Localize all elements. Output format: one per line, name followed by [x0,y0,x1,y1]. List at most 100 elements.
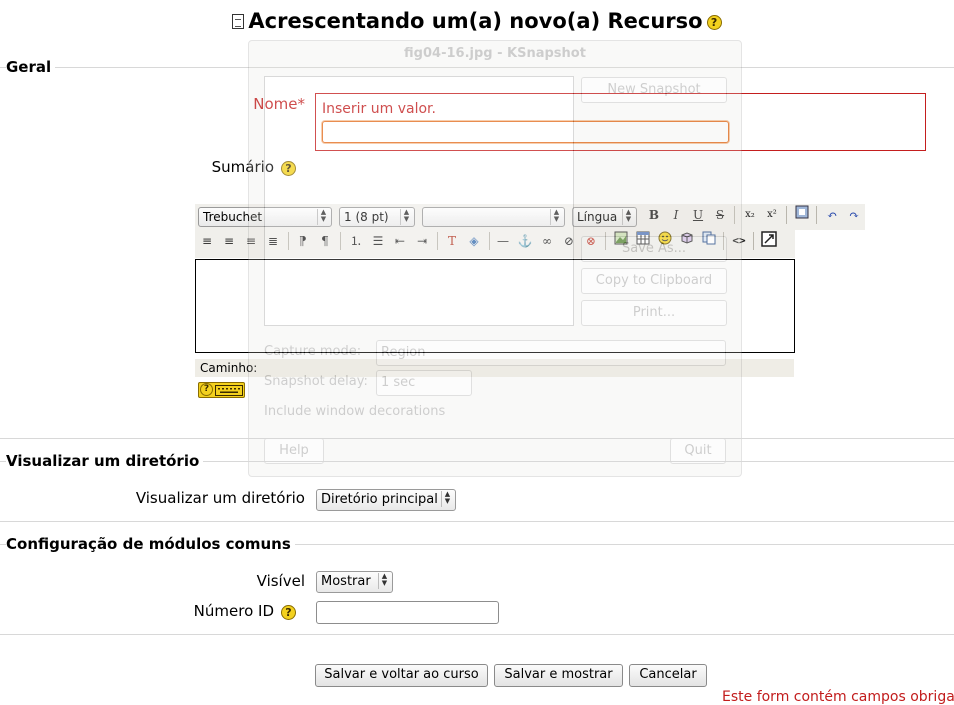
font-size-value: 1 (8 pt) [344,210,389,224]
smiley-button[interactable] [655,231,675,251]
html-source-button[interactable]: <> [729,231,749,251]
text-color-icon: T [447,234,456,248]
insert-character-icon [681,232,693,244]
select-arrows-icon: ▲ ▼ [378,573,390,589]
smiley-icon [658,231,672,245]
summary-label: Sumário [211,158,274,176]
align-center-button[interactable]: ≡ [219,231,239,251]
horizontal-rule-button[interactable]: — [493,231,513,251]
redo-button[interactable]: ↷ [844,205,864,225]
section-divider [0,438,954,439]
link-button[interactable]: ∞ [537,231,557,251]
ltr-icon: ⁋ [299,234,307,248]
unlink-icon: ⊘ [563,234,575,248]
paste-word-button[interactable] [792,205,812,225]
anchor-button[interactable]: ⚓ [515,231,535,251]
idnumber-label: Número ID [193,602,274,620]
idnumber-help-icon[interactable]: ? [281,605,296,620]
directory-label: Visualizar um diretório [135,489,305,507]
undo-button[interactable]: ↶ [822,205,842,225]
cancel-button[interactable]: Cancelar [629,664,707,687]
bold-button[interactable]: B [644,205,664,225]
document-icon [232,14,245,29]
toolbar-separator [734,206,735,224]
unlink-button[interactable]: ⊘ [559,231,579,251]
language-select[interactable]: Língua ▲ ▼ [572,207,637,227]
outdent-button[interactable]: ⇤ [390,231,410,251]
select-arrows-icon: ▲ ▼ [622,209,634,225]
fullscreen-button[interactable] [759,231,779,251]
include-decorations-checkbox: Include window decorations [264,404,446,419]
toolbar-separator [288,232,289,250]
superscript-button[interactable]: x² [762,205,782,225]
section-divider [0,67,954,68]
background-color-button[interactable]: ◈ [464,231,484,251]
align-right-button[interactable]: ≡ [241,231,261,251]
visible-label: Visível [256,572,305,590]
toolbar-separator [786,206,787,224]
editor-path-label: Caminho: [200,361,258,375]
table-icon [636,231,650,245]
justify-icon: ≣ [267,234,279,248]
justify-button[interactable]: ≣ [263,231,283,251]
indent-button[interactable]: ⇥ [412,231,432,251]
toolbar-separator [753,232,754,250]
insert-image-button[interactable] [611,231,631,251]
section-divider [0,634,954,635]
background-color-icon: ◈ [469,234,479,248]
directory-select[interactable]: Diretório principal ▲ ▼ [316,489,456,511]
undo-icon: ↶ [826,208,838,222]
insert-table-button[interactable] [633,231,653,251]
section-legend-general: Geral [6,58,56,76]
page-title: Acrescentando um(a) novo(a) Recurso? [0,9,954,33]
required-fields-note: Este form contém campos obriga [722,689,954,705]
select-arrows-icon: ▲ ▼ [400,209,412,225]
align-left-button[interactable]: ≡ [197,231,217,251]
language-value: Língua [577,210,618,224]
help-icon[interactable]: ? [706,15,722,30]
keyboard-help-icon[interactable]: ? [198,382,245,398]
idnumber-input[interactable] [316,601,499,624]
format-select[interactable]: ▲ ▼ [422,207,565,227]
select-arrows-icon: ▲ ▼ [441,491,453,507]
toolbar-separator [605,232,606,250]
text-color-button[interactable]: T [442,231,462,251]
nolink-button[interactable]: ⊗ [581,231,601,251]
unordered-list-button[interactable]: ☰ [368,231,388,251]
visible-select[interactable]: Mostrar ▲ ▼ [316,571,393,593]
insert-character-button[interactable] [677,231,697,251]
underline-button[interactable]: U [688,205,708,225]
section-divider [0,521,954,522]
save-return-button[interactable]: Salvar e voltar ao curso [315,664,488,687]
name-input[interactable] [322,121,729,143]
section-legend-common: Configuração de módulos comuns [6,535,295,553]
select-arrows-icon: ▲ ▼ [550,209,562,225]
image-icon [614,231,628,245]
align-left-icon: ≡ [201,234,213,248]
ordered-list-icon: ⒈ [349,234,362,248]
rtl-icon: ¶ [321,234,329,248]
font-family-value: Trebuchet [203,210,263,224]
keyboard-icon [215,385,243,396]
link-icon: ∞ [542,234,552,248]
search-replace-icon [702,231,716,245]
name-label: Nome* [253,95,305,113]
font-size-select[interactable]: 1 (8 pt) ▲ ▼ [339,207,415,227]
section-legend-directory: Visualizar um diretório [6,452,204,470]
name-error-message: Inserir um valor. [322,101,436,117]
ordered-list-button[interactable]: ⒈ [346,231,366,251]
rtl-button[interactable]: ¶ [315,231,335,251]
italic-button[interactable]: I [666,205,686,225]
ltr-button[interactable]: ⁋ [293,231,313,251]
editor-content-area[interactable] [195,259,795,353]
directory-select-value: Diretório principal [321,492,438,507]
align-center-icon: ≡ [223,234,235,248]
fullscreen-icon [761,231,777,247]
editor-path-bar: Caminho: [195,359,794,377]
font-family-select[interactable]: Trebuchet ▲ ▼ [198,207,332,227]
summary-help-icon[interactable]: ? [281,161,296,176]
save-show-button[interactable]: Salvar e mostrar [494,664,623,687]
search-replace-button[interactable] [699,231,719,251]
subscript-button[interactable]: x₂ [740,205,760,225]
strikethrough-button[interactable]: S [710,205,730,225]
